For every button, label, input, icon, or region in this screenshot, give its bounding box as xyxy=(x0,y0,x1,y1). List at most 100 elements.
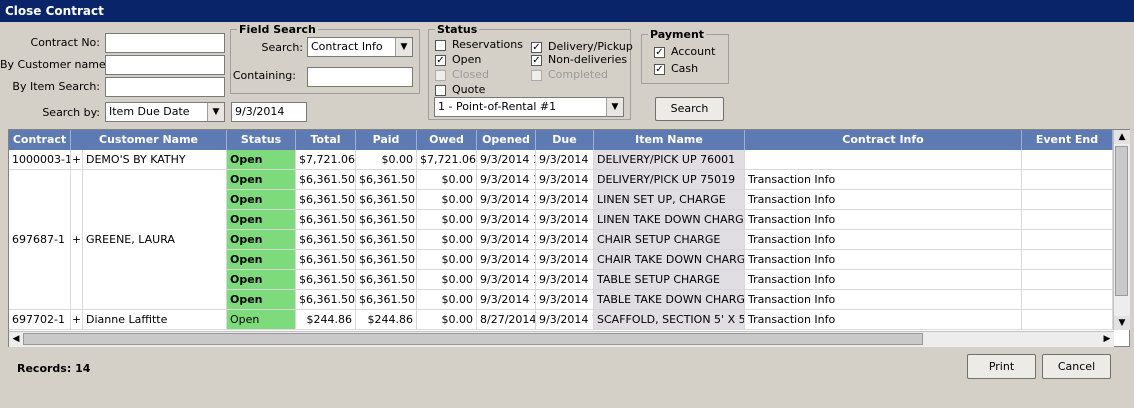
payment-cash-checkbox[interactable]: ✓ Cash xyxy=(654,62,698,76)
cell-info: Transaction Info xyxy=(745,190,1022,210)
column-header-paid[interactable]: Paid xyxy=(356,130,417,150)
status-reservations-label: Reservations xyxy=(452,38,523,51)
status-delivery-label: Delivery/Pickup xyxy=(548,40,633,53)
status-nondeliveries-label: Non-deliveries xyxy=(548,53,628,66)
column-header-contract[interactable]: Contract xyxy=(9,130,71,150)
contract-no-input[interactable] xyxy=(105,33,225,53)
column-header-opened[interactable]: Opened xyxy=(477,130,536,150)
scroll-down-icon[interactable]: ▼ xyxy=(1114,316,1130,330)
customer-name-label: By Customer name: xyxy=(0,58,110,71)
checkbox-box xyxy=(435,69,446,81)
column-header-customer-name[interactable]: Customer Name xyxy=(71,130,227,150)
cell-paid: $6,361.50 xyxy=(356,270,417,290)
cell-due: 9/3/2014 11 xyxy=(536,190,594,210)
cell-opened: 9/3/2014 11 xyxy=(477,250,536,270)
field-search-value: Contract Info xyxy=(311,40,383,53)
cell-info: Transaction Info xyxy=(745,250,1022,270)
status-completed-checkbox: Completed xyxy=(531,68,608,82)
item-search-input[interactable] xyxy=(105,77,225,97)
horizontal-scrollbar[interactable]: ◀ ▶ xyxy=(9,331,1114,347)
status-closed-checkbox: Closed xyxy=(435,68,489,82)
payment-title: Payment xyxy=(648,28,707,41)
column-header-due[interactable]: Due xyxy=(536,130,594,150)
scroll-right-icon[interactable]: ▶ xyxy=(1100,332,1114,347)
status-nondeliveries-checkbox[interactable]: ✓ Non-deliveries xyxy=(531,53,627,67)
print-button[interactable]: Print xyxy=(967,354,1036,379)
column-header-event-end[interactable]: Event End xyxy=(1022,130,1113,150)
cell-due: 9/3/2014 11 xyxy=(536,170,594,190)
cell-paid: $6,361.50 xyxy=(356,190,417,210)
expand-row-icon[interactable]: + xyxy=(71,310,83,330)
expand-row-icon[interactable]: + xyxy=(71,150,83,170)
containing-input[interactable] xyxy=(307,67,413,87)
column-header-owed[interactable]: Owed xyxy=(417,130,477,150)
cell-info: Transaction Info xyxy=(745,230,1022,250)
chevron-down-icon[interactable]: ▼ xyxy=(395,38,412,56)
cell-due: 9/3/2014 7: xyxy=(536,310,594,330)
cell-paid: $0.00 xyxy=(356,150,417,170)
horizontal-scroll-thumb[interactable] xyxy=(23,333,923,345)
cell-info: Transaction Info xyxy=(745,270,1022,290)
cell-event-end xyxy=(1022,190,1113,210)
column-header-contract-info[interactable]: Contract Info xyxy=(745,130,1022,150)
vertical-scroll-thumb[interactable] xyxy=(1115,146,1128,296)
contracts-table: Contract Customer Name Status Total Paid Owed… xyxy=(8,129,1130,347)
vertical-scrollbar[interactable]: ▲ ▼ xyxy=(1113,130,1130,330)
cell-opened: 9/3/2014 11 xyxy=(477,230,536,250)
field-search-select[interactable]: Contract Info ▼ xyxy=(307,37,413,57)
location-select[interactable]: 1 - Point-of-Rental #1 ▼ xyxy=(434,97,624,117)
status-quote-checkbox[interactable]: Quote xyxy=(435,83,485,97)
customer-name-input[interactable] xyxy=(105,55,225,75)
status-reservations-checkbox[interactable]: Reservations xyxy=(435,38,523,52)
payment-account-checkbox[interactable]: ✓ Account xyxy=(654,45,715,59)
cell-event-end xyxy=(1022,150,1113,170)
cell-due: 9/3/2014 11 xyxy=(536,210,594,230)
cell-owed: $0.00 xyxy=(417,290,477,310)
chevron-down-icon[interactable]: ▼ xyxy=(207,103,224,121)
expand-row-icon[interactable]: + xyxy=(71,170,83,310)
status-delivery-checkbox[interactable]: ✓ Delivery/Pickup xyxy=(531,40,633,54)
status-open-checkbox[interactable]: ✓ Open xyxy=(435,53,481,67)
cell-due: 9/3/2014 11 xyxy=(536,290,594,310)
cell-item: TABLE SETUP CHARGE xyxy=(594,270,745,290)
cancel-button[interactable]: Cancel xyxy=(1042,354,1111,379)
cell-item: TABLE TAKE DOWN CHARGE xyxy=(594,290,745,310)
cell-opened: 9/3/2014 11 xyxy=(477,270,536,290)
search-date-input[interactable]: 9/3/2014 xyxy=(231,102,307,122)
cell-total: $6,361.50 xyxy=(296,210,356,230)
cell-item: SCAFFOLD, SECTION 5' X 5' X 7 xyxy=(594,310,745,330)
scroll-up-icon[interactable]: ▲ xyxy=(1114,130,1130,144)
cell-total: $244.86 xyxy=(296,310,356,330)
search-button[interactable]: Search xyxy=(655,97,724,121)
status-quote-label: Quote xyxy=(452,83,486,96)
cell-info: Transaction Info xyxy=(745,310,1022,330)
checkmark-icon: ✓ xyxy=(531,41,542,53)
cell-status: Open xyxy=(227,290,296,310)
cell-contract: 697687-1 xyxy=(9,170,71,310)
cell-event-end xyxy=(1022,310,1113,330)
cell-owed: $0.00 xyxy=(417,230,477,250)
cell-total: $6,361.50 xyxy=(296,170,356,190)
checkmark-icon: ✓ xyxy=(531,54,542,66)
cell-due: 9/3/2014 12 xyxy=(536,150,594,170)
cell-owed: $0.00 xyxy=(417,170,477,190)
chevron-down-icon[interactable]: ▼ xyxy=(606,98,623,116)
status-title: Status xyxy=(435,23,480,36)
column-header-status[interactable]: Status xyxy=(227,130,296,150)
cell-event-end xyxy=(1022,250,1113,270)
cell-owed: $0.00 xyxy=(417,250,477,270)
cell-event-end xyxy=(1022,270,1113,290)
cell-item: CHAIR TAKE DOWN CHARGE xyxy=(594,250,745,270)
scroll-left-icon[interactable]: ◀ xyxy=(9,332,23,347)
column-header-total[interactable]: Total xyxy=(296,130,356,150)
cell-contract: 697702-1 xyxy=(9,310,71,330)
cell-item: LINEN SET UP, CHARGE xyxy=(594,190,745,210)
cell-due: 9/3/2014 11 xyxy=(536,270,594,290)
cell-customer: GREENE, LAURA xyxy=(83,170,227,310)
column-header-item-name[interactable]: Item Name xyxy=(594,130,745,150)
cell-status: Open xyxy=(227,210,296,230)
cell-customer: Dianne Laffitte xyxy=(83,310,227,330)
cell-total: $6,361.50 xyxy=(296,290,356,310)
item-search-label: By Item Search: xyxy=(12,80,100,93)
search-by-select[interactable]: Item Due Date ▼ xyxy=(105,102,225,122)
